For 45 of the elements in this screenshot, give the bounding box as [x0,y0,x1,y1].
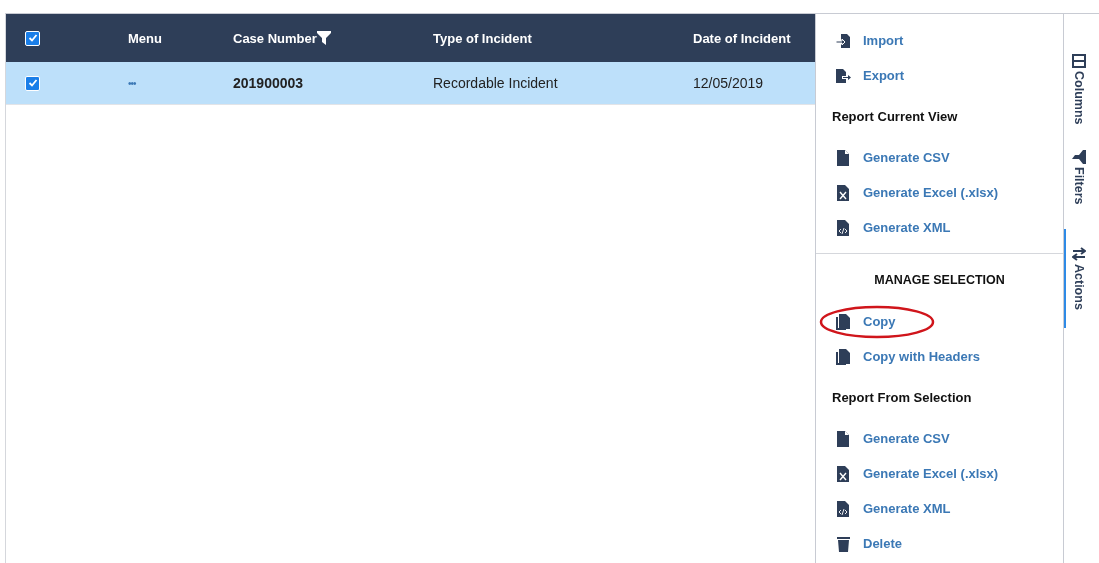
action-link[interactable]: Generate Excel (.xlsx) [863,466,999,481]
table-cell: 12/05/2019 [693,75,764,91]
checkmark-icon [27,78,38,88]
section-heading: Report From Selection [831,389,973,407]
action-link[interactable]: Export [863,68,905,83]
column-header[interactable]: Type of Incident [433,30,532,46]
csv-file-icon [835,149,851,166]
excel-file-icon [835,465,851,482]
filter-icon [1070,150,1087,165]
side-tab[interactable]: Actions [1064,229,1091,328]
action-link[interactable]: Generate CSV [863,431,950,446]
action-link[interactable]: Import [863,33,904,48]
side-tab[interactable]: Filters [1064,148,1091,207]
copy-icon [835,313,851,330]
checkbox[interactable] [25,75,40,91]
action-link[interactable]: Generate CSV [863,150,950,165]
side-tab[interactable]: Columns [1064,52,1091,127]
copy-icon [835,348,851,365]
action-link[interactable]: Generate XML [863,220,951,235]
checkbox[interactable] [25,30,40,46]
checkmark-icon [27,33,38,43]
filter-icon[interactable] [316,31,331,45]
excel-file-icon [835,184,851,201]
csv-file-icon [835,430,851,447]
swap-arrows-icon [1070,247,1087,261]
columns-icon [1070,54,1087,68]
export-icon [835,67,851,84]
column-header[interactable]: Menu [128,30,162,46]
code-file-icon [835,500,851,517]
action-link[interactable]: Copy [863,314,896,329]
import-icon [835,32,851,49]
column-header[interactable]: Date of Incident [693,30,791,46]
table-cell: 201900003 [233,75,304,91]
action-link[interactable]: Copy with Headers [863,349,981,364]
table-cell: Recordable Incident [433,75,558,91]
column-header[interactable]: Case Number [233,30,317,46]
action-link[interactable]: Generate Excel (.xlsx) [863,185,999,200]
code-file-icon [835,219,851,236]
section-title: MANAGE SELECTION [873,272,1006,289]
row-menu[interactable]: ••• [128,77,136,89]
trash-icon [835,535,851,552]
section-heading: Report Current View [831,108,959,126]
table-row[interactable]: ••• 201900003 Recordable Incident 12/05/2019 [6,62,815,105]
action-link[interactable]: Generate XML [863,501,951,516]
action-link[interactable]: Delete [863,536,903,551]
